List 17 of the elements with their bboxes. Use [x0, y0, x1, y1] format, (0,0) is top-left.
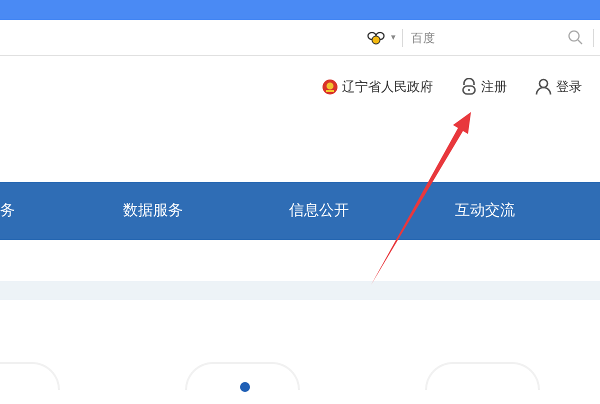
user-icon	[535, 78, 552, 96]
service-icon	[240, 382, 250, 392]
header-link[interactable]: 注册	[461, 77, 507, 96]
header-link[interactable]: 登录	[535, 77, 582, 96]
emblem-icon	[322, 78, 338, 95]
nav-item[interactable]: 信息公开	[236, 200, 402, 222]
search-field[interactable]: 百度	[403, 26, 568, 50]
nav-item[interactable]: 务	[0, 200, 70, 222]
bee-icon[interactable]	[367, 30, 385, 44]
header-link-label[interactable]: 辽宁省人民政府	[342, 77, 433, 96]
header-link[interactable]: 辽宁省人民政府	[322, 77, 433, 96]
header-link-label[interactable]: 登录	[556, 77, 582, 96]
engine-dropdown[interactable]: ▾	[391, 30, 396, 44]
header-link-label[interactable]: 注册	[481, 77, 507, 96]
nav-item[interactable]: 互动交流	[402, 200, 568, 222]
nav-item[interactable]: 数据服务	[70, 200, 236, 222]
lock-icon	[461, 78, 477, 96]
